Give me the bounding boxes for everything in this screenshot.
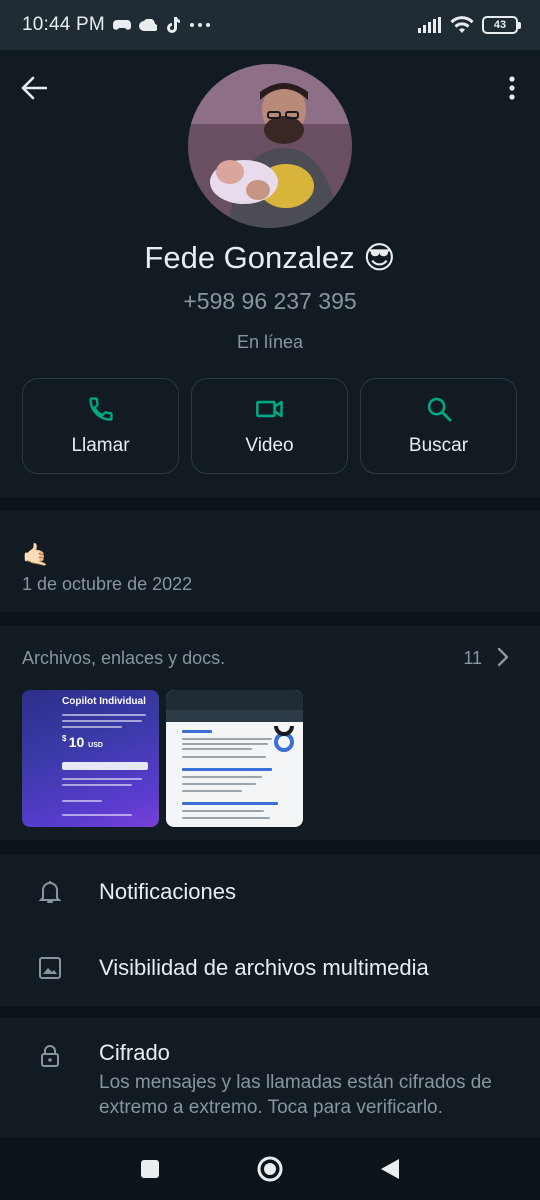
chevron-right-icon[interactable]: [496, 646, 510, 668]
video-call-button[interactable]: Video: [191, 378, 348, 474]
media-visibility-item[interactable]: Visibilidad de archivos multimedia: [0, 930, 540, 1006]
status-time: 10:44 PM: [22, 14, 105, 35]
notifications-label: Notificaciones: [99, 879, 236, 904]
media-links-docs-label[interactable]: Archivos, enlaces y docs.: [22, 648, 225, 669]
more-vertical-icon: [509, 76, 515, 100]
search-button[interactable]: Buscar: [360, 378, 517, 474]
thumbnail-text-line: [62, 784, 132, 786]
search-icon: [427, 397, 451, 422]
thumbnail-text-line: [182, 756, 266, 758]
contact-info-screen: 10:44 PM 43 Fede Gonzalez 😎 +598 96 237 …: [0, 0, 540, 1200]
thumbnail-text-line: [62, 714, 146, 716]
section-divider: [0, 840, 540, 854]
online-status: En línea: [236, 332, 304, 352]
more-notifications-icon: [189, 23, 210, 27]
about-section[interactable]: 🤙🏻 1 de octubre de 2022: [0, 510, 540, 612]
back-nav-button[interactable]: [370, 1149, 410, 1189]
encryption-item[interactable]: Cifrado Los mensajes y las llamadas está…: [0, 1018, 540, 1138]
quick-actions: Llamar Video Buscar: [22, 378, 518, 474]
arrow-back-icon: [21, 76, 47, 100]
contact-name: Fede Gonzalez 😎: [144, 240, 396, 275]
media-section: Archivos, enlaces y docs. 11 Copilot Ind…: [0, 626, 540, 840]
encryption-title: Cifrado: [99, 1040, 170, 1065]
thumbnail-text-line: [62, 720, 142, 722]
thumbnail-text-line: [62, 726, 122, 728]
thumbnail-text-line: [182, 783, 256, 785]
thumbnail-button-shape: [62, 762, 148, 770]
thumbnail-title: Copilot Individual: [62, 696, 146, 707]
notifications-item[interactable]: Notificaciones: [0, 854, 540, 930]
back-button[interactable]: [18, 72, 50, 104]
phone-icon: [88, 397, 113, 421]
thumbnail-text-line: [182, 790, 242, 792]
media-thumbnail[interactable]: [166, 690, 303, 827]
call-button[interactable]: Llamar: [22, 378, 179, 474]
section-divider: [0, 1006, 540, 1018]
recents-button[interactable]: [130, 1149, 170, 1189]
video-camera-icon: [255, 400, 283, 418]
system-icons: 43: [418, 16, 521, 34]
triangle-back-icon: [381, 1159, 399, 1179]
section-divider: [0, 498, 540, 510]
thumbnail-text-line: [182, 748, 252, 750]
tiktok-icon: [166, 17, 180, 33]
section-divider: [0, 612, 540, 626]
avatar[interactable]: [188, 64, 352, 228]
overflow-menu-button[interactable]: [502, 72, 522, 104]
video-label: Video: [245, 435, 294, 456]
profile-header: Fede Gonzalez 😎 +598 96 237 395 En línea…: [0, 50, 540, 498]
thumbnail-price: $ 10 USD: [62, 734, 103, 750]
media-visibility-label: Visibilidad de archivos multimedia: [99, 955, 429, 980]
thumbnail-text-line: [182, 810, 264, 812]
thumbnail-text-line: [182, 817, 270, 819]
signal-icon: [418, 17, 441, 33]
thumbnail-text-line: [182, 743, 268, 745]
wifi-icon: [450, 16, 474, 33]
image-icon: [36, 954, 64, 982]
status-bar: 10:44 PM 43: [0, 0, 540, 50]
thumbnail-text-line: [182, 776, 262, 778]
about-date: 1 de octubre de 2022: [22, 574, 193, 594]
about-text: 🤙🏻: [22, 542, 50, 567]
circle-home-icon: [257, 1156, 283, 1182]
thumbnail-heading-line: [182, 802, 278, 805]
call-label: Llamar: [71, 435, 130, 456]
thumbnail-text-line: [182, 738, 272, 740]
thumbnail-text-line: [62, 800, 102, 802]
battery-level: 43: [493, 19, 507, 31]
thumbnail-logo-icon: [274, 725, 294, 752]
cloud-icon: [139, 19, 157, 31]
media-thumbnail[interactable]: Copilot Individual $ 10 USD: [22, 690, 159, 827]
settings-list: Notificaciones Visibilidad de archivos m…: [0, 854, 540, 1006]
thumbnail-heading-line: [182, 730, 212, 733]
media-count: 11: [463, 648, 482, 668]
encryption-description: Los mensajes y las llamadas están cifrad…: [99, 1072, 492, 1118]
square-icon: [141, 1160, 159, 1178]
battery-icon: 43: [482, 16, 521, 34]
thumbnail-text-line: [62, 814, 132, 816]
lock-icon: [36, 1042, 64, 1070]
contact-phone: +598 96 237 395: [183, 288, 357, 314]
system-navigation-bar: [0, 1138, 540, 1200]
thumbnail-heading-line: [182, 768, 272, 771]
profile-photo: [188, 64, 352, 228]
thumbnail-text-line: [62, 778, 142, 780]
game-controller-icon: [112, 20, 131, 30]
notification-icons: [112, 16, 211, 34]
bell-icon: [36, 878, 64, 906]
search-label: Buscar: [408, 435, 469, 456]
thumbnail-toolbar: [166, 710, 303, 722]
home-button[interactable]: [250, 1149, 290, 1189]
